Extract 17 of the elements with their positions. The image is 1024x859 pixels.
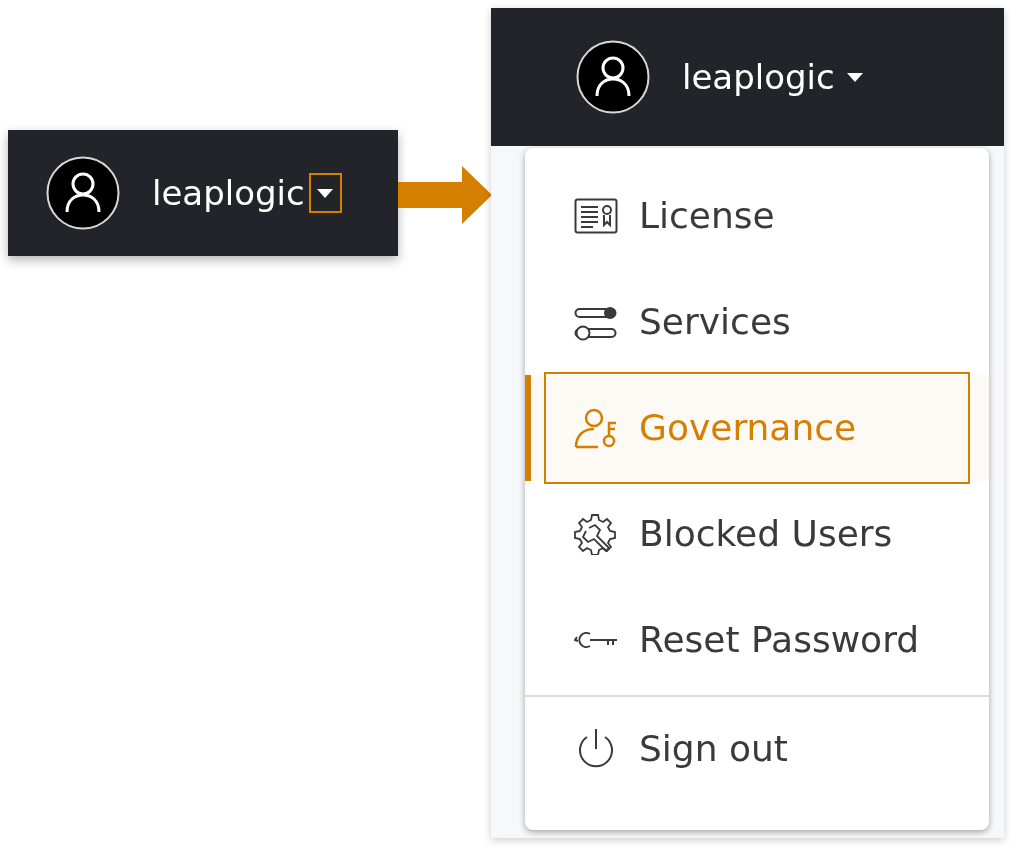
menu-item[interactable]: Sign out — [546, 709, 946, 789]
key-icon — [574, 629, 618, 651]
username: leaplogic — [152, 176, 305, 210]
menu-item[interactable]: Services — [546, 282, 946, 362]
user-key-icon — [574, 407, 618, 449]
menu-item[interactable]: Blocked Users — [546, 494, 946, 574]
dropdown-caret-button[interactable] — [308, 173, 342, 213]
avatar-icon — [46, 156, 120, 230]
gear-wrench-icon — [574, 513, 618, 555]
menu-item[interactable]: Reset Password — [546, 600, 946, 680]
arrow-icon — [398, 166, 492, 224]
caret-icon — [847, 72, 864, 82]
caret-icon — [317, 188, 334, 198]
certificate-icon — [574, 198, 618, 234]
avatar-icon — [576, 40, 650, 114]
username: leaplogic — [682, 60, 835, 94]
menu-item[interactable]: License — [546, 176, 946, 256]
